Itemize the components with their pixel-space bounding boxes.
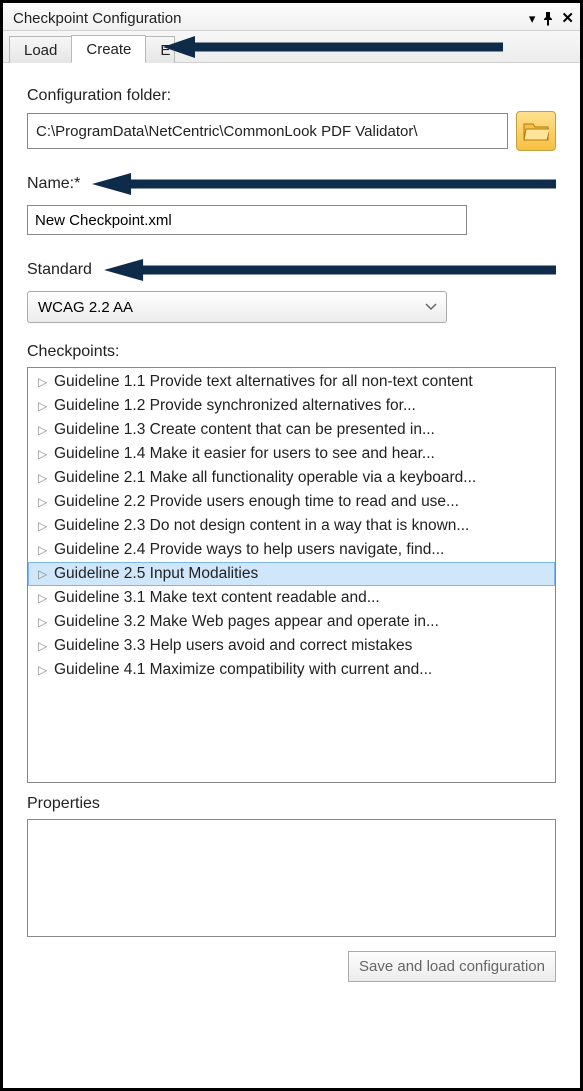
folder-open-icon — [523, 120, 549, 142]
annotation-arrow-name — [92, 173, 556, 195]
name-label: Name:* — [27, 175, 80, 193]
checkpoint-item-label: Guideline 2.3 Do not design content in a… — [54, 517, 469, 535]
tab-create[interactable]: Create — [71, 35, 146, 63]
checkpoint-item[interactable]: ▷ Guideline 3.1 Make text content readabl… — [28, 586, 555, 610]
checkpoint-item[interactable]: ▷ Guideline 1.4 Make it easier for users … — [28, 442, 555, 466]
checkpoint-config-window: Checkpoint Configuration ▾ ✕ Load Create… — [3, 3, 580, 1088]
expand-caret-icon[interactable]: ▷ — [38, 543, 48, 557]
checkpoint-item-label: Guideline 2.4 Provide ways to help users… — [54, 541, 444, 559]
standard-label: Standard — [27, 261, 92, 279]
tabs: Load Create E — [3, 31, 580, 63]
config-folder-input[interactable] — [27, 113, 508, 149]
checkpoint-item-label: Guideline 3.1 Make text content readable… — [54, 589, 380, 607]
expand-caret-icon[interactable]: ▷ — [38, 663, 48, 677]
close-icon[interactable]: ✕ — [561, 11, 574, 26]
checkpoint-item-label: Guideline 2.5 Input Modalities — [54, 565, 258, 583]
checkpoint-item[interactable]: ▷ Guideline 3.3 Help users avoid and corr… — [28, 634, 555, 658]
annotation-arrow-tabs — [163, 36, 503, 58]
standard-select[interactable]: WCAG 2.2 AA — [27, 291, 447, 323]
checkpoint-item[interactable]: ▷ Guideline 4.1 Maximize compatibility wi… — [28, 658, 555, 682]
checkpoint-item[interactable]: ▷ Guideline 1.2 Provide synchronized alte… — [28, 394, 555, 418]
standard-selected-value: WCAG 2.2 AA — [38, 299, 133, 316]
dropdown-icon[interactable]: ▾ — [529, 12, 536, 25]
checkpoint-item-label: Guideline 1.1 Provide text alternatives … — [54, 373, 473, 391]
checkpoint-item-label: Guideline 2.1 Make all functionality ope… — [54, 469, 476, 487]
save-load-config-button[interactable]: Save and load configuration — [348, 951, 556, 982]
browse-folder-button[interactable] — [516, 111, 556, 151]
window-title: Checkpoint Configuration — [13, 10, 529, 27]
expand-caret-icon[interactable]: ▷ — [38, 615, 48, 629]
expand-caret-icon[interactable]: ▷ — [38, 567, 48, 581]
checkpoint-item[interactable]: ▷ Guideline 1.3 Create content that can b… — [28, 418, 555, 442]
checkpoint-item-label: Guideline 1.4 Make it easier for users t… — [54, 445, 435, 463]
expand-caret-icon[interactable]: ▷ — [38, 423, 48, 437]
footer: Save and load configuration — [27, 951, 556, 990]
expand-caret-icon[interactable]: ▷ — [38, 591, 48, 605]
checkpoint-item-label: Guideline 4.1 Maximize compatibility wit… — [54, 661, 432, 679]
name-input[interactable] — [27, 205, 467, 235]
checkpoint-item[interactable]: ▷ Guideline 2.4 Provide ways to help user… — [28, 538, 555, 562]
tab-load[interactable]: Load — [9, 36, 71, 63]
expand-caret-icon[interactable]: ▷ — [38, 639, 48, 653]
checkpoint-item[interactable]: ▷ Guideline 1.1 Provide text alternatives… — [28, 370, 555, 394]
checkpoint-item[interactable]: ▷ Guideline 2.2 Provide users enough time… — [28, 490, 555, 514]
checkpoint-item-label: Guideline 1.3 Create content that can be… — [54, 421, 435, 439]
annotation-arrow-standard — [104, 259, 556, 281]
checkpoints-label: Checkpoints: — [27, 343, 556, 361]
checkpoint-item[interactable]: ▷ Guideline 2.1 Make all functionality op… — [28, 466, 555, 490]
expand-caret-icon[interactable]: ▷ — [38, 519, 48, 533]
pin-icon[interactable] — [542, 12, 554, 26]
expand-caret-icon[interactable]: ▷ — [38, 375, 48, 389]
titlebar: Checkpoint Configuration ▾ ✕ — [3, 3, 580, 31]
expand-caret-icon[interactable]: ▷ — [38, 495, 48, 509]
checkpoint-item[interactable]: ▷ Guideline 2.5 Input Modalities — [28, 562, 555, 586]
checkpoint-item-label: Guideline 3.2 Make Web pages appear and … — [54, 613, 439, 631]
expand-caret-icon[interactable]: ▷ — [38, 447, 48, 461]
properties-box[interactable] — [27, 819, 556, 937]
properties-label: Properties — [27, 795, 556, 813]
config-folder-label: Configuration folder: — [27, 87, 556, 105]
checkpoint-item[interactable]: ▷ Guideline 3.2 Make Web pages appear and… — [28, 610, 555, 634]
expand-caret-icon[interactable]: ▷ — [38, 399, 48, 413]
checkpoints-tree[interactable]: ▷ Guideline 1.1 Provide text alternatives… — [27, 367, 556, 783]
config-folder-row — [27, 111, 556, 151]
standard-label-row: Standard — [27, 259, 556, 281]
checkpoint-item[interactable]: ▷ Guideline 2.3 Do not design content in … — [28, 514, 555, 538]
window-controls: ▾ ✕ — [529, 11, 574, 26]
checkpoint-item-label: Guideline 3.3 Help users avoid and corre… — [54, 637, 412, 655]
checkpoint-item-label: Guideline 2.2 Provide users enough time … — [54, 493, 459, 511]
tab-edit[interactable]: E — [146, 36, 175, 63]
name-label-row: Name:* — [27, 173, 556, 195]
content-area: Configuration folder: Name:* Standard — [3, 63, 580, 1088]
checkpoint-item-label: Guideline 1.2 Provide synchronized alter… — [54, 397, 416, 415]
expand-caret-icon[interactable]: ▷ — [38, 471, 48, 485]
